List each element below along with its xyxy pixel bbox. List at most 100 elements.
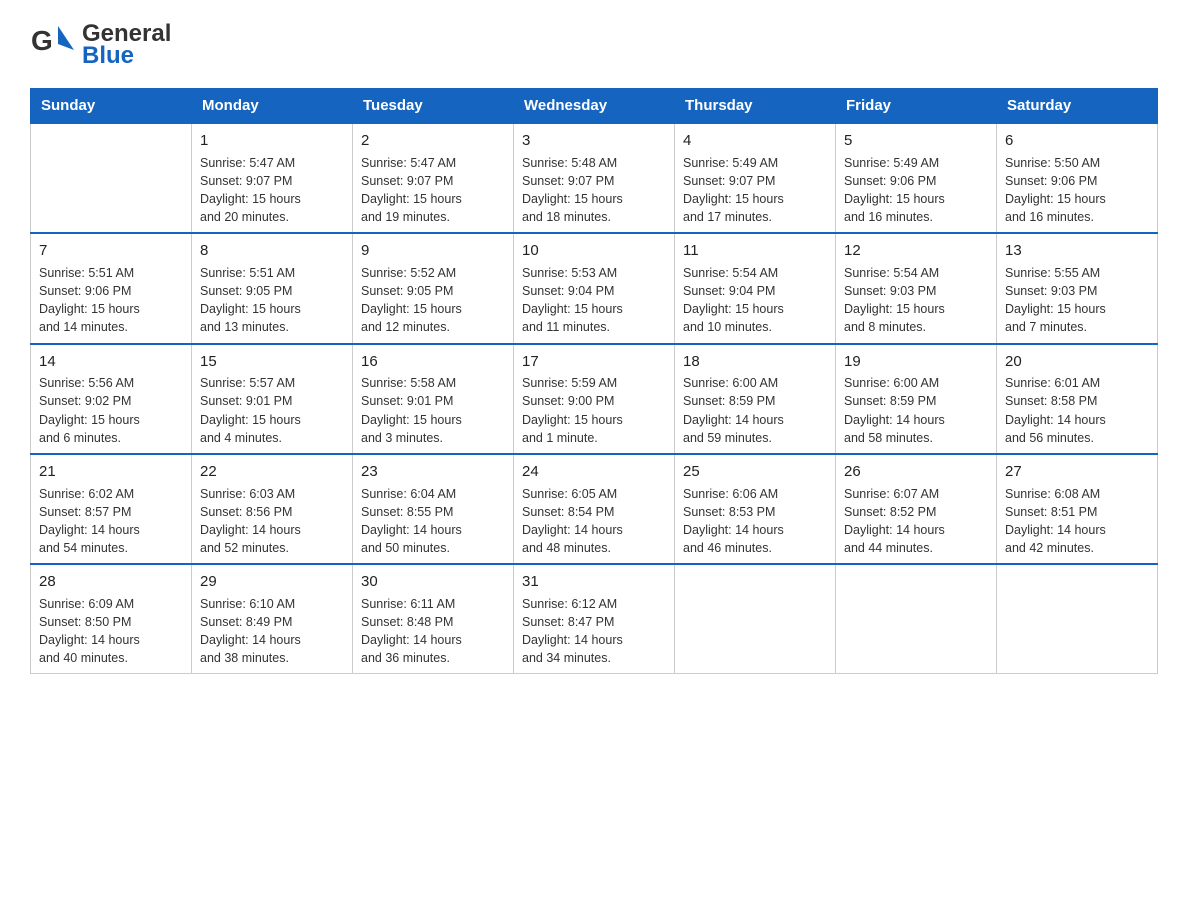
day-info: Sunrise: 5:50 AM Sunset: 9:06 PM Dayligh… — [1005, 154, 1149, 227]
day-number: 19 — [844, 351, 988, 373]
day-number: 7 — [39, 240, 183, 262]
day-info: Sunrise: 5:56 AM Sunset: 9:02 PM Dayligh… — [39, 374, 183, 447]
day-info: Sunrise: 6:00 AM Sunset: 8:59 PM Dayligh… — [683, 374, 827, 447]
calendar-cell: 30Sunrise: 6:11 AM Sunset: 8:48 PM Dayli… — [353, 564, 514, 674]
calendar-header: SundayMondayTuesdayWednesdayThursdayFrid… — [31, 89, 1158, 124]
calendar-cell: 11Sunrise: 5:54 AM Sunset: 9:04 PM Dayli… — [675, 233, 836, 343]
day-number: 1 — [200, 130, 344, 152]
calendar-cell: 8Sunrise: 5:51 AM Sunset: 9:05 PM Daylig… — [192, 233, 353, 343]
calendar-week-1: 1Sunrise: 5:47 AM Sunset: 9:07 PM Daylig… — [31, 123, 1158, 233]
day-number: 22 — [200, 461, 344, 483]
calendar-cell: 9Sunrise: 5:52 AM Sunset: 9:05 PM Daylig… — [353, 233, 514, 343]
day-number: 31 — [522, 571, 666, 593]
weekday-header-wednesday: Wednesday — [514, 89, 675, 124]
calendar-cell: 19Sunrise: 6:00 AM Sunset: 8:59 PM Dayli… — [836, 344, 997, 454]
weekday-header-monday: Monday — [192, 89, 353, 124]
day-info: Sunrise: 6:08 AM Sunset: 8:51 PM Dayligh… — [1005, 485, 1149, 558]
weekday-header-tuesday: Tuesday — [353, 89, 514, 124]
day-info: Sunrise: 6:09 AM Sunset: 8:50 PM Dayligh… — [39, 595, 183, 668]
calendar-cell: 16Sunrise: 5:58 AM Sunset: 9:01 PM Dayli… — [353, 344, 514, 454]
weekday-header-friday: Friday — [836, 89, 997, 124]
calendar-cell: 26Sunrise: 6:07 AM Sunset: 8:52 PM Dayli… — [836, 454, 997, 564]
day-number: 14 — [39, 351, 183, 373]
weekday-header-saturday: Saturday — [997, 89, 1158, 124]
day-info: Sunrise: 6:07 AM Sunset: 8:52 PM Dayligh… — [844, 485, 988, 558]
calendar-week-5: 28Sunrise: 6:09 AM Sunset: 8:50 PM Dayli… — [31, 564, 1158, 674]
day-info: Sunrise: 5:51 AM Sunset: 9:06 PM Dayligh… — [39, 264, 183, 337]
day-info: Sunrise: 5:58 AM Sunset: 9:01 PM Dayligh… — [361, 374, 505, 447]
day-number: 23 — [361, 461, 505, 483]
logo-svg: G — [30, 20, 80, 70]
calendar-cell: 4Sunrise: 5:49 AM Sunset: 9:07 PM Daylig… — [675, 123, 836, 233]
calendar-cell: 17Sunrise: 5:59 AM Sunset: 9:00 PM Dayli… — [514, 344, 675, 454]
day-info: Sunrise: 5:54 AM Sunset: 9:03 PM Dayligh… — [844, 264, 988, 337]
day-number: 17 — [522, 351, 666, 373]
calendar-week-2: 7Sunrise: 5:51 AM Sunset: 9:06 PM Daylig… — [31, 233, 1158, 343]
day-info: Sunrise: 5:52 AM Sunset: 9:05 PM Dayligh… — [361, 264, 505, 337]
calendar-cell: 29Sunrise: 6:10 AM Sunset: 8:49 PM Dayli… — [192, 564, 353, 674]
calendar-cell: 14Sunrise: 5:56 AM Sunset: 9:02 PM Dayli… — [31, 344, 192, 454]
day-info: Sunrise: 6:01 AM Sunset: 8:58 PM Dayligh… — [1005, 374, 1149, 447]
day-number: 28 — [39, 571, 183, 593]
calendar-cell: 3Sunrise: 5:48 AM Sunset: 9:07 PM Daylig… — [514, 123, 675, 233]
day-number: 10 — [522, 240, 666, 262]
calendar-week-4: 21Sunrise: 6:02 AM Sunset: 8:57 PM Dayli… — [31, 454, 1158, 564]
day-number: 6 — [1005, 130, 1149, 152]
calendar-cell: 2Sunrise: 5:47 AM Sunset: 9:07 PM Daylig… — [353, 123, 514, 233]
day-number: 27 — [1005, 461, 1149, 483]
day-number: 26 — [844, 461, 988, 483]
day-number: 25 — [683, 461, 827, 483]
calendar-cell — [836, 564, 997, 674]
day-info: Sunrise: 5:49 AM Sunset: 9:07 PM Dayligh… — [683, 154, 827, 227]
day-number: 20 — [1005, 351, 1149, 373]
calendar-cell: 18Sunrise: 6:00 AM Sunset: 8:59 PM Dayli… — [675, 344, 836, 454]
day-number: 24 — [522, 461, 666, 483]
calendar-cell: 10Sunrise: 5:53 AM Sunset: 9:04 PM Dayli… — [514, 233, 675, 343]
calendar-cell: 24Sunrise: 6:05 AM Sunset: 8:54 PM Dayli… — [514, 454, 675, 564]
page-header: G General Blue — [30, 20, 1158, 70]
day-number: 13 — [1005, 240, 1149, 262]
calendar-cell: 21Sunrise: 6:02 AM Sunset: 8:57 PM Dayli… — [31, 454, 192, 564]
calendar-cell: 22Sunrise: 6:03 AM Sunset: 8:56 PM Dayli… — [192, 454, 353, 564]
svg-text:G: G — [31, 25, 53, 56]
day-number: 21 — [39, 461, 183, 483]
day-number: 11 — [683, 240, 827, 262]
day-number: 9 — [361, 240, 505, 262]
day-info: Sunrise: 6:11 AM Sunset: 8:48 PM Dayligh… — [361, 595, 505, 668]
calendar-cell: 7Sunrise: 5:51 AM Sunset: 9:06 PM Daylig… — [31, 233, 192, 343]
day-number: 16 — [361, 351, 505, 373]
day-info: Sunrise: 6:04 AM Sunset: 8:55 PM Dayligh… — [361, 485, 505, 558]
calendar-cell — [31, 123, 192, 233]
day-number: 29 — [200, 571, 344, 593]
calendar-cell: 12Sunrise: 5:54 AM Sunset: 9:03 PM Dayli… — [836, 233, 997, 343]
calendar-cell: 5Sunrise: 5:49 AM Sunset: 9:06 PM Daylig… — [836, 123, 997, 233]
day-number: 8 — [200, 240, 344, 262]
calendar-cell: 20Sunrise: 6:01 AM Sunset: 8:58 PM Dayli… — [997, 344, 1158, 454]
calendar-cell — [675, 564, 836, 674]
day-info: Sunrise: 6:00 AM Sunset: 8:59 PM Dayligh… — [844, 374, 988, 447]
calendar-week-3: 14Sunrise: 5:56 AM Sunset: 9:02 PM Dayli… — [31, 344, 1158, 454]
day-info: Sunrise: 6:05 AM Sunset: 8:54 PM Dayligh… — [522, 485, 666, 558]
logo-area: G General Blue — [30, 20, 171, 70]
day-info: Sunrise: 5:47 AM Sunset: 9:07 PM Dayligh… — [361, 154, 505, 227]
calendar-cell: 28Sunrise: 6:09 AM Sunset: 8:50 PM Dayli… — [31, 564, 192, 674]
day-info: Sunrise: 5:51 AM Sunset: 9:05 PM Dayligh… — [200, 264, 344, 337]
weekday-header-thursday: Thursday — [675, 89, 836, 124]
day-info: Sunrise: 5:57 AM Sunset: 9:01 PM Dayligh… — [200, 374, 344, 447]
day-info: Sunrise: 5:47 AM Sunset: 9:07 PM Dayligh… — [200, 154, 344, 227]
weekday-header-row: SundayMondayTuesdayWednesdayThursdayFrid… — [31, 89, 1158, 124]
day-info: Sunrise: 6:10 AM Sunset: 8:49 PM Dayligh… — [200, 595, 344, 668]
calendar-cell: 23Sunrise: 6:04 AM Sunset: 8:55 PM Dayli… — [353, 454, 514, 564]
day-info: Sunrise: 5:54 AM Sunset: 9:04 PM Dayligh… — [683, 264, 827, 337]
day-info: Sunrise: 6:03 AM Sunset: 8:56 PM Dayligh… — [200, 485, 344, 558]
day-info: Sunrise: 6:12 AM Sunset: 8:47 PM Dayligh… — [522, 595, 666, 668]
day-info: Sunrise: 5:55 AM Sunset: 9:03 PM Dayligh… — [1005, 264, 1149, 337]
weekday-header-sunday: Sunday — [31, 89, 192, 124]
day-info: Sunrise: 5:49 AM Sunset: 9:06 PM Dayligh… — [844, 154, 988, 227]
calendar-cell: 6Sunrise: 5:50 AM Sunset: 9:06 PM Daylig… — [997, 123, 1158, 233]
calendar-cell: 27Sunrise: 6:08 AM Sunset: 8:51 PM Dayli… — [997, 454, 1158, 564]
day-number: 3 — [522, 130, 666, 152]
calendar-cell: 1Sunrise: 5:47 AM Sunset: 9:07 PM Daylig… — [192, 123, 353, 233]
day-number: 30 — [361, 571, 505, 593]
calendar-table: SundayMondayTuesdayWednesdayThursdayFrid… — [30, 88, 1158, 674]
